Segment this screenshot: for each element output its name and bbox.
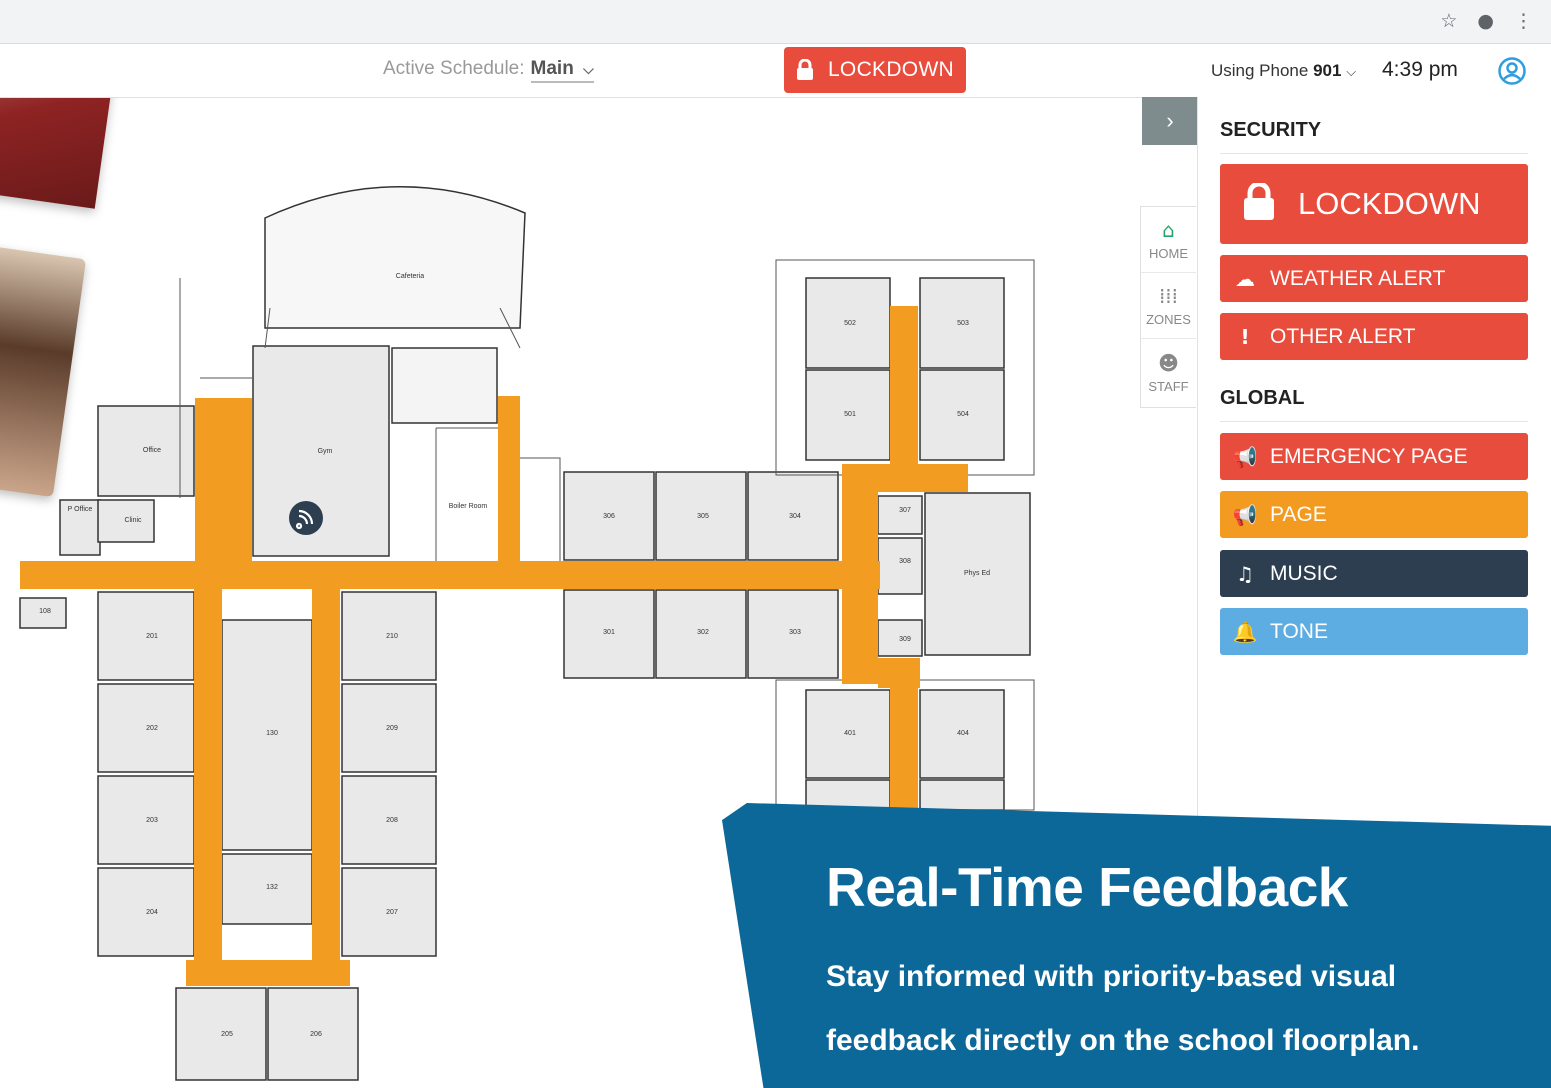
- svg-text:305: 305: [697, 513, 709, 520]
- phone-prefix: Using Phone: [1211, 61, 1309, 80]
- svg-text:Clinic: Clinic: [124, 517, 142, 524]
- svg-text:304: 304: [789, 513, 801, 520]
- bell-icon: 🔔: [1232, 619, 1258, 644]
- megaphone-icon: 📢: [1232, 444, 1258, 469]
- music-label: MUSIC: [1270, 561, 1338, 585]
- svg-text:Gym: Gym: [318, 448, 333, 455]
- global-title: GLOBAL: [1220, 387, 1305, 409]
- svg-text:201: 201: [146, 633, 158, 640]
- collapse-panel-button[interactable]: ›: [1142, 97, 1198, 145]
- side-nav: ⌂ HOME ⁞⁞⁞ ZONES ☻ STAFF: [1140, 206, 1196, 408]
- header-lockdown-label: LOCKDOWN: [827, 58, 955, 81]
- nav-staff[interactable]: ☻ STAFF: [1141, 339, 1196, 405]
- svg-text:306: 306: [603, 513, 615, 520]
- speaker-marker-icon: [289, 501, 323, 535]
- tone-button[interactable]: 🔔 TONE: [1220, 608, 1528, 655]
- security-title: SECURITY: [1220, 119, 1322, 141]
- svg-text:202: 202: [146, 725, 158, 732]
- svg-text:301: 301: [603, 629, 615, 636]
- phone-select[interactable]: Using Phone 901 ⌵: [1211, 61, 1356, 81]
- music-button[interactable]: ♫ MUSIC: [1220, 550, 1528, 597]
- schedule-label: Active Schedule:: [383, 58, 525, 79]
- svg-text:108: 108: [39, 608, 51, 615]
- nav-home[interactable]: ⌂ HOME: [1141, 207, 1196, 273]
- megaphone-icon: 📢: [1232, 502, 1258, 527]
- tone-label: TONE: [1270, 619, 1328, 643]
- grid-icon: ⁞⁞⁞: [1158, 284, 1179, 308]
- nav-zones[interactable]: ⁞⁞⁞ ZONES: [1141, 273, 1196, 339]
- account-icon[interactable]: ●: [1477, 10, 1494, 32]
- user-icon[interactable]: [1497, 56, 1527, 86]
- room-307: [877, 495, 923, 535]
- users-icon: ☻: [1158, 350, 1179, 375]
- page-label: PAGE: [1270, 502, 1327, 526]
- svg-text:203: 203: [146, 817, 158, 824]
- weather-alert-button[interactable]: ☁ WEATHER ALERT: [1220, 255, 1528, 302]
- phone-number: 901: [1313, 61, 1342, 80]
- header-lockdown-button[interactable]: LOCKDOWN: [784, 47, 966, 93]
- nav-zones-label: ZONES: [1146, 312, 1191, 327]
- weather-alert-label: WEATHER ALERT: [1270, 266, 1446, 290]
- svg-text:504: 504: [957, 411, 969, 418]
- svg-text:308: 308: [899, 558, 911, 565]
- hallway-main: [20, 561, 880, 589]
- svg-text:132: 132: [266, 884, 278, 891]
- divider: [1220, 153, 1528, 154]
- svg-text:404: 404: [957, 730, 969, 737]
- lockdown-label: LOCKDOWN: [1298, 186, 1481, 221]
- chevron-down-icon: ⌵: [1346, 64, 1357, 79]
- menu-dots-icon[interactable]: ⋮: [1514, 10, 1533, 32]
- svg-text:303: 303: [789, 629, 801, 636]
- svg-text:130: 130: [266, 730, 278, 737]
- home-icon: ⌂: [1162, 218, 1175, 242]
- schedule-value[interactable]: Main ⌵: [530, 58, 594, 83]
- svg-text:205: 205: [221, 1031, 233, 1038]
- room-cafeteria: [264, 185, 526, 329]
- exclamation-icon: !: [1240, 324, 1250, 349]
- emergency-page-label: EMERGENCY PAGE: [1270, 444, 1468, 468]
- svg-text:501: 501: [844, 411, 856, 418]
- svg-text:208: 208: [386, 817, 398, 824]
- other-alert-label: OTHER ALERT: [1270, 324, 1416, 348]
- svg-text:Office: Office: [143, 447, 161, 454]
- cloud-icon: ☁: [1235, 266, 1255, 291]
- svg-text:401: 401: [844, 730, 856, 737]
- star-icon[interactable]: ☆: [1440, 10, 1457, 32]
- svg-text:307: 307: [899, 507, 911, 514]
- browser-toolbar: ☆ ● ⋮: [0, 0, 1551, 44]
- svg-text:204: 204: [146, 909, 158, 916]
- svg-text:210: 210: [386, 633, 398, 640]
- lock-icon: [796, 59, 813, 80]
- chevron-right-icon: ›: [1166, 108, 1174, 133]
- banner-text: Stay informed with priority-based visual…: [826, 960, 1420, 1057]
- svg-text:Cafeteria: Cafeteria: [396, 273, 425, 280]
- music-note-icon: ♫: [1236, 561, 1254, 586]
- svg-text:207: 207: [386, 909, 398, 916]
- nav-home-label: HOME: [1149, 246, 1188, 261]
- lockdown-button[interactable]: LOCKDOWN: [1220, 164, 1528, 244]
- lock-icon: [1220, 181, 1298, 226]
- other-alert-button[interactable]: ! OTHER ALERT: [1220, 313, 1528, 360]
- svg-text:309: 309: [899, 636, 911, 643]
- page-button[interactable]: 📢 PAGE: [1220, 491, 1528, 538]
- room-308: [877, 537, 923, 595]
- clock: 4:39 pm: [1382, 58, 1458, 81]
- svg-text:503: 503: [957, 320, 969, 327]
- emergency-page-button[interactable]: 📢 EMERGENCY PAGE: [1220, 433, 1528, 480]
- active-schedule-select[interactable]: Active Schedule: Main ⌵: [383, 58, 594, 83]
- banner-title: Real-Time Feedback: [826, 856, 1348, 918]
- svg-text:502: 502: [844, 320, 856, 327]
- svg-text:Boiler Room: Boiler Room: [449, 503, 488, 510]
- svg-text:206: 206: [310, 1031, 322, 1038]
- svg-text:P Office: P Office: [68, 506, 93, 513]
- svg-text:302: 302: [697, 629, 709, 636]
- divider: [1220, 421, 1528, 422]
- nav-staff-label: STAFF: [1148, 378, 1189, 394]
- svg-text:209: 209: [386, 725, 398, 732]
- svg-text:Phys Ed: Phys Ed: [964, 570, 990, 577]
- app-header: Active Schedule: Main ⌵ LOCKDOWN Using Ph…: [0, 44, 1551, 98]
- chevron-down-icon: ⌵: [583, 61, 594, 77]
